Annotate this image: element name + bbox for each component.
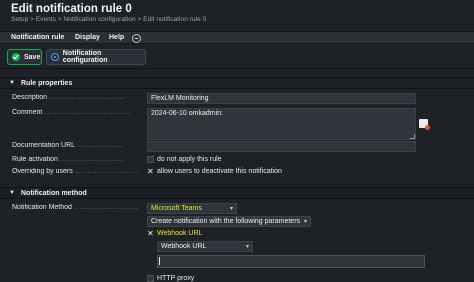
http-proxy-checkbox[interactable] (147, 275, 154, 282)
section-notification-method[interactable]: ▼ Notification method (0, 187, 474, 199)
do-not-apply-label: do not apply this rule (157, 156, 222, 163)
chevron-down-icon: ▾ (303, 219, 307, 225)
description-field[interactable]: FlexLM Monitoring (147, 93, 416, 104)
comment-label: Comment ................................… (12, 109, 131, 116)
webhook-url-checkbox[interactable]: ✕ (147, 230, 154, 238)
title-bar: Edit notification rule 0 Setup > Events … (0, 0, 474, 30)
notification-method-label: Notification Method ....................… (12, 204, 138, 211)
collapse-caret-icon: ▼ (9, 190, 15, 196)
overriding-label: Overriding by users ....................… (12, 168, 139, 175)
text-cursor (159, 257, 160, 265)
notification-configuration-label: Notification configuration (62, 50, 108, 64)
webhook-url-input[interactable] (157, 255, 425, 268)
rule-activation-label: Rule activation ........................… (12, 156, 124, 163)
menu-bar: Notification rule Display Help (0, 31, 474, 44)
section-rule-properties[interactable]: ▼ Rule properties (0, 77, 474, 89)
page-title: Edit notification rule 0 (11, 3, 132, 15)
documentation-url-field[interactable] (147, 141, 416, 152)
webhook-url-select-value: Webhook URL (161, 243, 207, 250)
section-title: Rule properties (21, 80, 73, 87)
allow-deactivate-label: allow users to deactivate this notificat… (157, 168, 282, 175)
webhook-url-label: Webhook URL (157, 230, 203, 237)
checkmark-icon (12, 53, 20, 61)
breadcrumb[interactable]: Setup > Events > Notification configurat… (11, 16, 206, 23)
notification-configuration-button[interactable]: Notification configuration (46, 49, 146, 65)
notification-icon (51, 53, 59, 61)
notification-method-value: Microsoft Teams (151, 205, 202, 212)
save-button[interactable]: Save (7, 49, 42, 65)
menu-help[interactable]: Help (109, 34, 124, 41)
resize-handle-icon[interactable] (410, 134, 415, 139)
menu-notification-rule[interactable]: Notification rule (11, 34, 64, 41)
toolbar: Save Notification configuration (0, 45, 474, 69)
menu-display[interactable]: Display (75, 34, 100, 41)
chevron-down-icon: ▾ (245, 244, 249, 250)
allow-deactivate-checkbox[interactable]: ✕ (147, 168, 154, 176)
section-title: Notification method (21, 190, 87, 197)
documentation-url-label: Documentation URL ................... (12, 142, 124, 149)
create-notification-value: Create notification with the following p… (151, 218, 301, 225)
collapse-caret-icon: ▼ (9, 80, 15, 86)
comment-textarea[interactable]: 2024-06-10 omkadmin: (147, 108, 416, 140)
http-proxy-label: HTTP proxy (157, 275, 195, 282)
webhook-url-select[interactable]: Webhook URL ▾ (157, 241, 253, 252)
chevron-down-icon: ▾ (229, 206, 233, 212)
description-label: Description ............................… (12, 94, 126, 101)
notification-method-select[interactable]: Microsoft Teams ▾ (147, 203, 237, 214)
do-not-apply-checkbox[interactable] (147, 156, 154, 163)
create-notification-select[interactable]: Create notification with the following p… (147, 216, 311, 227)
edit-comment-icon[interactable] (419, 119, 430, 130)
save-button-label: Save (24, 53, 41, 61)
menu-collapse-icon[interactable] (132, 34, 141, 43)
